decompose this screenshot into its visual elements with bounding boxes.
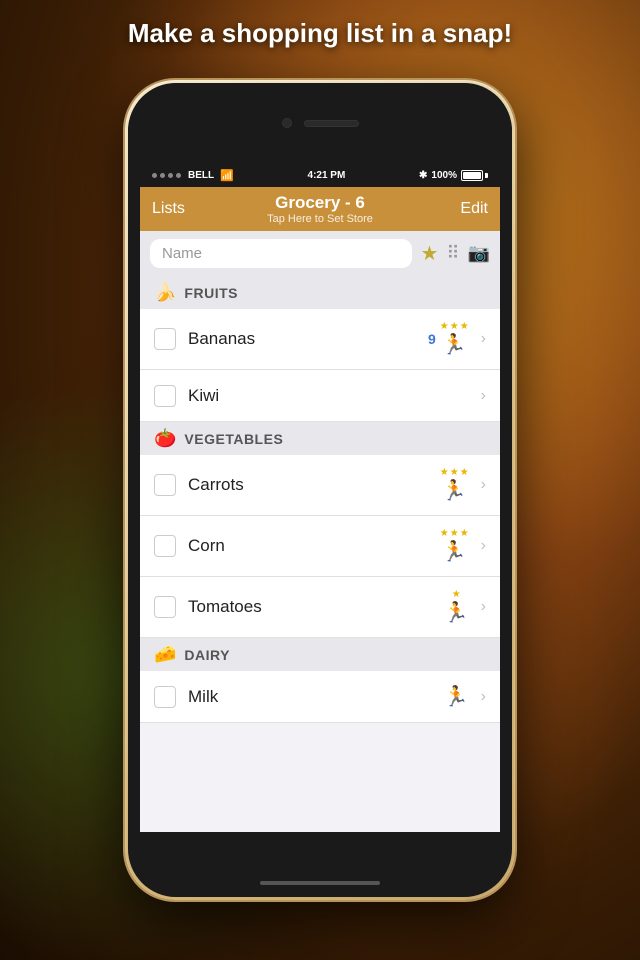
home-indicator[interactable] — [260, 881, 380, 885]
status-bar: BELL 📶 4:21 PM ✱ 100% — [140, 163, 500, 187]
phone-inner: BELL 📶 4:21 PM ✱ 100% — [128, 83, 512, 897]
vegetables-emoji: 🍅 — [154, 428, 176, 449]
star-2: ★ — [450, 321, 459, 332]
star-3: ★ — [460, 467, 469, 478]
star-1: ★ — [452, 589, 461, 600]
runner-figure-bananas: 🏃 — [442, 332, 467, 357]
phone-frame: BELL 📶 4:21 PM ✱ 100% — [125, 80, 515, 900]
dairy-label: DAIRY — [184, 647, 230, 663]
runner-figure-tomatoes: 🏃 — [444, 600, 469, 625]
bananas-checkbox[interactable] — [154, 328, 176, 350]
carrots-stars-runner: ★ ★ ★ 🏃 — [440, 467, 469, 503]
list-item[interactable]: Bananas 9 ★ ★ ★ 🏃 › — [140, 309, 500, 370]
grocery-list: 🍌 FRUITS Bananas 9 ★ ★ ★ — [140, 276, 500, 811]
battery-fill — [463, 172, 481, 179]
nav-subtitle[interactable]: Tap Here to Set Store — [267, 213, 373, 225]
edit-button[interactable]: Edit — [448, 200, 488, 218]
lists-button[interactable]: Lists — [152, 200, 192, 218]
bluetooth-icon: ✱ — [419, 170, 427, 181]
tomatoes-stars-runner: ★ 🏃 — [444, 589, 469, 625]
milk-checkbox[interactable] — [154, 686, 176, 708]
signal-dot-2 — [160, 173, 165, 178]
front-camera — [282, 118, 292, 128]
signal-dot-1 — [152, 173, 157, 178]
status-right: ✱ 100% — [419, 170, 488, 181]
runner-figure-milk: 🏃 — [444, 684, 469, 709]
status-time: 4:21 PM — [308, 170, 346, 181]
tomatoes-name: Tomatoes — [188, 597, 444, 617]
milk-name: Milk — [188, 687, 444, 707]
star-3: ★ — [460, 528, 469, 539]
carrots-name: Carrots — [188, 475, 440, 495]
corn-chevron: › — [481, 537, 486, 555]
signal-dot-4 — [176, 173, 181, 178]
tomatoes-meta: ★ 🏃 — [444, 589, 469, 625]
nav-title-group: Grocery - 6 Tap Here to Set Store — [267, 193, 373, 225]
carrots-meta: ★ ★ ★ 🏃 — [440, 467, 469, 503]
camera-button[interactable]: 📷 — [468, 243, 490, 264]
nav-top-row: Lists Grocery - 6 Tap Here to Set Store … — [152, 193, 488, 225]
kiwi-checkbox[interactable] — [154, 385, 176, 407]
carrier-label: BELL — [188, 170, 214, 181]
carrots-chevron: › — [481, 476, 486, 494]
kiwi-name: Kiwi — [188, 386, 469, 406]
bananas-badge: 9 — [428, 331, 436, 347]
list-item[interactable]: Kiwi › — [140, 370, 500, 422]
milk-meta: 🏃 — [444, 684, 469, 709]
navigation-bar: Lists Grocery - 6 Tap Here to Set Store … — [140, 187, 500, 231]
nav-title: Grocery - 6 — [275, 193, 365, 213]
bananas-stars-runner: ★ ★ ★ 🏃 — [440, 321, 469, 357]
fruits-label: FRUITS — [184, 285, 238, 301]
tomatoes-chevron: › — [481, 598, 486, 616]
bananas-chevron: › — [481, 330, 486, 348]
signal-dot-3 — [168, 173, 173, 178]
category-dairy-header: 🧀 DAIRY — [140, 638, 500, 671]
vegetables-label: VEGETABLES — [184, 431, 283, 447]
bananas-name: Bananas — [188, 329, 428, 349]
wifi-icon: 📶 — [220, 169, 234, 182]
speaker-slot — [304, 120, 359, 127]
battery-nub — [485, 173, 488, 178]
barcode-button[interactable]: ⠿ — [446, 243, 459, 264]
star-1: ★ — [440, 321, 449, 332]
category-fruits-header: 🍌 FRUITS — [140, 276, 500, 309]
star-1: ★ — [440, 467, 449, 478]
kiwi-chevron: › — [481, 387, 486, 405]
corn-name: Corn — [188, 536, 440, 556]
phone-top-bar — [128, 83, 512, 163]
corn-stars-runner: ★ ★ ★ 🏃 — [440, 528, 469, 564]
milk-chevron: › — [481, 688, 486, 706]
list-item[interactable]: Tomatoes ★ 🏃 › — [140, 577, 500, 638]
list-item[interactable]: Corn ★ ★ ★ 🏃 › — [140, 516, 500, 577]
star-button[interactable]: ★ — [420, 241, 438, 266]
dairy-emoji: 🧀 — [154, 644, 176, 665]
runner-figure-corn: 🏃 — [442, 539, 467, 564]
star-3: ★ — [460, 321, 469, 332]
star-2: ★ — [450, 528, 459, 539]
carrots-checkbox[interactable] — [154, 474, 176, 496]
app-headline: Make a shopping list in a snap! — [0, 18, 640, 49]
category-vegetables-header: 🍅 VEGETABLES — [140, 422, 500, 455]
fruits-emoji: 🍌 — [154, 282, 176, 303]
corn-meta: ★ ★ ★ 🏃 — [440, 528, 469, 564]
battery-bar — [461, 170, 483, 181]
list-item[interactable]: Carrots ★ ★ ★ 🏃 › — [140, 455, 500, 516]
name-input[interactable]: Name — [150, 239, 412, 268]
battery-percent: 100% — [431, 170, 457, 181]
star-2: ★ — [450, 467, 459, 478]
corn-checkbox[interactable] — [154, 535, 176, 557]
status-left: BELL 📶 — [152, 169, 234, 182]
search-bar: Name ★ ⠿ 📷 — [140, 231, 500, 276]
list-item[interactable]: Milk 🏃 › — [140, 671, 500, 723]
screen: BELL 📶 4:21 PM ✱ 100% — [140, 163, 500, 832]
tomatoes-checkbox[interactable] — [154, 596, 176, 618]
battery-indicator — [461, 170, 488, 181]
bananas-meta: 9 ★ ★ ★ 🏃 — [428, 321, 469, 357]
star-1: ★ — [440, 528, 449, 539]
runner-figure-carrots: 🏃 — [442, 478, 467, 503]
